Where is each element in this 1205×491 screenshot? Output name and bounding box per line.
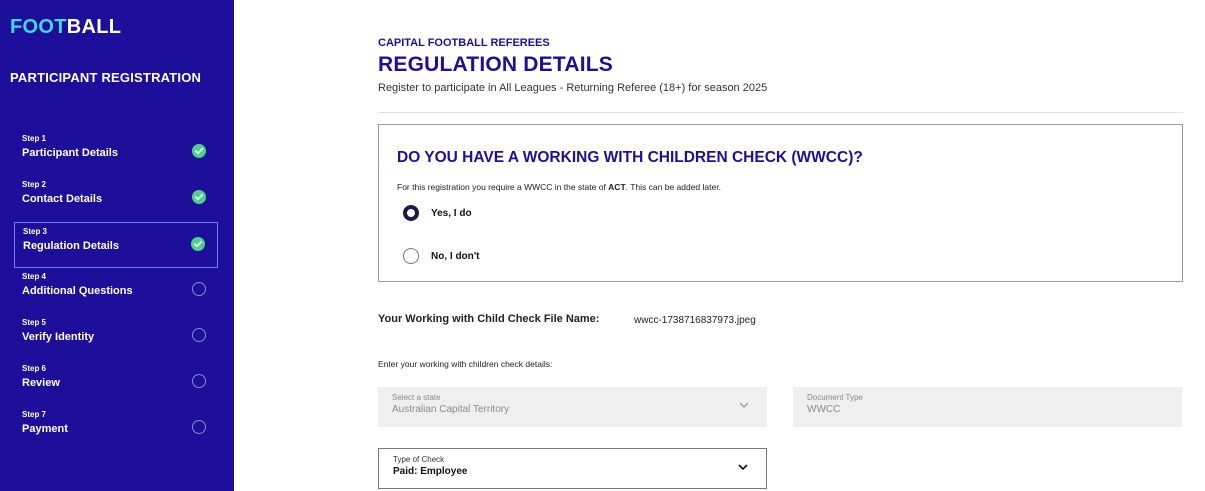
empty-circle-icon — [192, 420, 206, 434]
note-prefix: For this registration you require a WWCC… — [397, 182, 609, 192]
step-review[interactable]: Step 6 Review — [14, 360, 218, 406]
empty-circle-icon — [192, 374, 206, 388]
step-number: Step 3 — [23, 227, 48, 236]
steps-list: Step 1 Participant Details Step 2 Contac… — [14, 130, 218, 452]
sidebar-title: PARTICIPANT REGISTRATION — [10, 70, 202, 85]
step-contact-details[interactable]: Step 2 Contact Details — [14, 176, 218, 222]
check-circle-icon — [192, 190, 206, 204]
organisation-name: CAPITAL FOOTBALL REFEREES — [378, 37, 550, 49]
sidebar: FOOTBALL PARTICIPANT REGISTRATION Step 1… — [0, 0, 234, 491]
document-type-value: WWCC — [807, 404, 841, 415]
note-suffix: . This can be added later. — [625, 182, 721, 192]
radio-option-no[interactable]: No, I don't — [403, 248, 479, 264]
empty-circle-icon — [192, 282, 206, 296]
radio-option-yes[interactable]: Yes, I do — [403, 205, 472, 221]
step-name: Verify Identity — [22, 331, 95, 343]
radio-label-yes[interactable]: Yes, I do — [431, 208, 472, 219]
radio-label-no[interactable]: No, I don't — [431, 251, 479, 262]
step-name: Contact Details — [22, 193, 103, 205]
chevron-down-icon — [738, 464, 748, 470]
details-instruction: Enter your working with children check d… — [378, 359, 553, 369]
document-type-label: Document Type — [807, 393, 863, 402]
wwcc-question-card: DO YOU HAVE A WORKING WITH CHILDREN CHEC… — [378, 124, 1183, 282]
file-name-value: wwcc-1738716837973.jpeg — [634, 315, 756, 326]
step-name: Participant Details — [22, 147, 118, 159]
page-subtitle: Register to participate in All Leagues -… — [378, 82, 768, 94]
step-number: Step 6 — [22, 364, 47, 373]
step-number: Step 1 — [22, 134, 47, 143]
radio-selected-icon[interactable] — [403, 205, 419, 221]
step-number: Step 4 — [22, 272, 47, 281]
step-payment[interactable]: Step 7 Payment — [14, 406, 218, 452]
divider — [378, 112, 1183, 113]
type-of-check-label: Type of Check — [393, 455, 445, 464]
check-circle-icon — [192, 144, 206, 158]
document-type-field: Document Type WWCC — [793, 387, 1182, 427]
step-verify-identity[interactable]: Step 5 Verify Identity — [14, 314, 218, 360]
check-circle-icon — [191, 237, 205, 251]
step-regulation-details[interactable]: Step 3 Regulation Details — [14, 222, 218, 268]
brand-logo: FOOTBALL — [10, 16, 121, 39]
step-name: Regulation Details — [23, 240, 119, 252]
empty-circle-icon — [192, 328, 206, 342]
step-name: Payment — [22, 423, 68, 435]
chevron-down-icon — [739, 402, 749, 408]
file-name-label: Your Working with Child Check File Name: — [378, 313, 600, 325]
type-of-check-select[interactable]: Type of Check Paid: Employee — [378, 448, 767, 489]
wwcc-requirement-note: For this registration you require a WWCC… — [397, 182, 721, 192]
step-additional-questions[interactable]: Step 4 Additional Questions — [14, 268, 218, 314]
type-of-check-value: Paid: Employee — [393, 466, 468, 477]
step-name: Additional Questions — [22, 285, 133, 297]
state-select[interactable]: Select a state Australian Capital Territ… — [378, 387, 767, 427]
state-select-label: Select a state — [392, 393, 441, 402]
state-select-value: Australian Capital Territory — [392, 404, 510, 415]
step-number: Step 5 — [22, 318, 47, 327]
brand-logo-part1: FOOT — [10, 16, 67, 38]
brand-logo-part2: BALL — [66, 16, 122, 38]
note-state: ACT — [608, 182, 626, 192]
step-participant-details[interactable]: Step 1 Participant Details — [14, 130, 218, 176]
step-number: Step 2 — [22, 180, 47, 189]
page-title: REGULATION DETAILS — [378, 53, 613, 76]
step-name: Review — [22, 377, 60, 389]
radio-unselected-icon[interactable] — [403, 248, 419, 264]
step-number: Step 7 — [22, 410, 47, 419]
main-content: CAPITAL FOOTBALL REFEREES REGULATION DET… — [234, 0, 1205, 491]
wwcc-question-title: DO YOU HAVE A WORKING WITH CHILDREN CHEC… — [397, 149, 863, 166]
